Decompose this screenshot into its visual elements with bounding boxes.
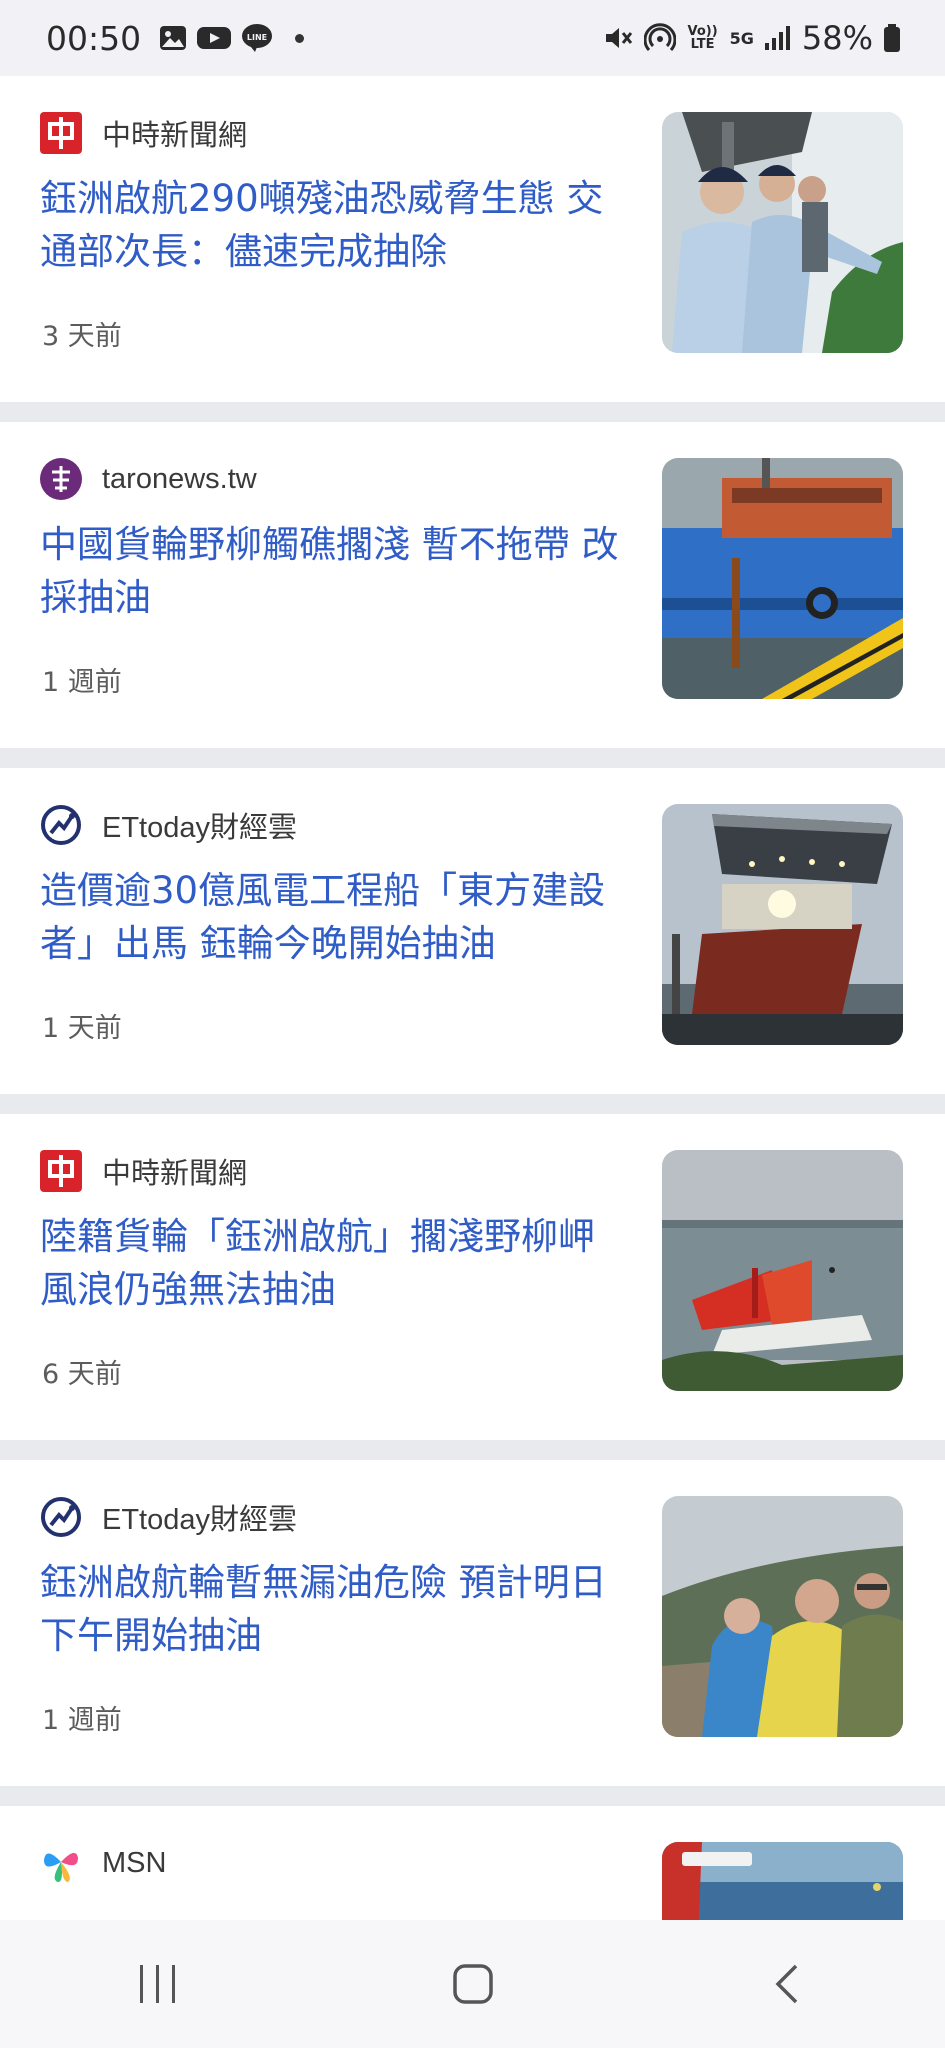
news-card[interactable]: 中時新聞網 鈺洲啟航290噸殘油恐威脅生態 交通部次長：儘速完成抽除 3 天前 (0, 76, 945, 402)
source-name: 中時新聞網 (102, 120, 248, 152)
back-button[interactable] (728, 1944, 848, 2024)
news-source: ETtoday財經雲 (40, 1496, 297, 1538)
news-time: 1 天前 (42, 1013, 122, 1044)
chinatimes-logo-icon (40, 112, 82, 154)
line-icon: LINE (241, 23, 273, 53)
ettoday-logo-icon (40, 804, 82, 846)
news-card[interactable]: taronews.tw 中國貨輪野柳觸礁擱淺 暫不拖帶 改採抽油 1 週前 (0, 422, 945, 748)
news-headline[interactable]: 鈺洲啟航290噸殘油恐威脅生態 交通部次長：儘速完成抽除 (40, 172, 620, 278)
news-thumbnail[interactable] (662, 112, 903, 353)
news-headline[interactable]: 中國貨輪野柳觸礁擱淺 暫不拖帶 改採抽油 (40, 518, 620, 624)
source-name: MSN (102, 1846, 167, 1879)
clock: 00:50 (46, 18, 142, 58)
news-thumbnail[interactable] (662, 1842, 903, 1920)
source-name: taronews.tw (102, 462, 257, 495)
status-bar-right: Vo)) LTE 5G 58% (604, 19, 901, 57)
image-icon (159, 25, 187, 51)
msn-logo-icon (40, 1842, 82, 1884)
hotspot-icon (643, 23, 676, 53)
news-thumbnail[interactable] (662, 1150, 903, 1391)
news-time: 6 天前 (42, 1359, 122, 1390)
ettoday-logo-icon (40, 1496, 82, 1538)
news-card[interactable]: ETtoday財經雲 鈺洲啟航輪暫無漏油危險 預計明日下午開始抽油 1 週前 (0, 1460, 945, 1786)
news-thumbnail[interactable] (662, 804, 903, 1045)
signal-icon (764, 25, 792, 51)
back-icon (775, 1964, 797, 2004)
news-time: 1 週前 (42, 667, 122, 698)
news-card[interactable]: ETtoday財經雲 造價逾30億風電工程船「東方建設者」出馬 鈺輪今晚開始抽油… (0, 768, 945, 1094)
youtube-icon (197, 25, 232, 51)
news-source: taronews.tw (40, 458, 257, 500)
battery-icon (883, 23, 901, 53)
news-headline[interactable]: 鈺洲啟航輪暫無漏油危險 預計明日下午開始抽油 (40, 1556, 620, 1662)
source-name: ETtoday財經雲 (102, 812, 297, 844)
news-headline[interactable]: 造價逾30億風電工程船「東方建設者」出馬 鈺輪今晚開始抽油 (40, 864, 620, 970)
news-thumbnail[interactable] (662, 458, 903, 699)
news-source: ETtoday財經雲 (40, 804, 297, 846)
news-feed[interactable]: 中時新聞網 鈺洲啟航290噸殘油恐威脅生態 交通部次長：儘速完成抽除 3 天前 (0, 76, 945, 1920)
news-time: 1 週前 (42, 1705, 122, 1736)
navigation-bar (0, 1920, 945, 2048)
news-thumbnail[interactable] (662, 1496, 903, 1737)
mute-icon (604, 24, 634, 52)
status-bar-left: 00:50 LINE (46, 18, 305, 58)
news-headline[interactable]: 陸籍貨輪「鈺洲啟航」擱淺野柳岬 風浪仍強無法抽油 (40, 1210, 620, 1316)
source-name: 中時新聞網 (102, 1158, 248, 1190)
home-icon (452, 1964, 493, 2004)
svg-text:LINE: LINE (247, 33, 267, 42)
notification-dot (295, 33, 305, 43)
news-source: 中時新聞網 (40, 1150, 247, 1192)
news-source: 中時新聞網 (40, 112, 247, 154)
status-bar: 00:50 LINE Vo)) LTE 5G 58% (0, 0, 945, 76)
chinatimes-logo-icon (40, 1150, 82, 1192)
recent-apps-button[interactable] (98, 1944, 218, 2024)
recent-apps-icon (139, 1965, 175, 2003)
news-card[interactable]: MSN (0, 1806, 945, 1920)
volte-icon: Vo)) LTE (687, 24, 718, 52)
news-time: 3 天前 (42, 321, 122, 352)
news-source: MSN (40, 1842, 166, 1884)
taronews-logo-icon (40, 458, 82, 500)
5g-icon: 5G (729, 28, 754, 48)
battery-percent: 58% (801, 19, 873, 57)
home-button[interactable] (413, 1944, 533, 2024)
source-name: ETtoday財經雲 (102, 1504, 297, 1536)
news-card[interactable]: 中時新聞網 陸籍貨輪「鈺洲啟航」擱淺野柳岬 風浪仍強無法抽油 6 天前 (0, 1114, 945, 1440)
